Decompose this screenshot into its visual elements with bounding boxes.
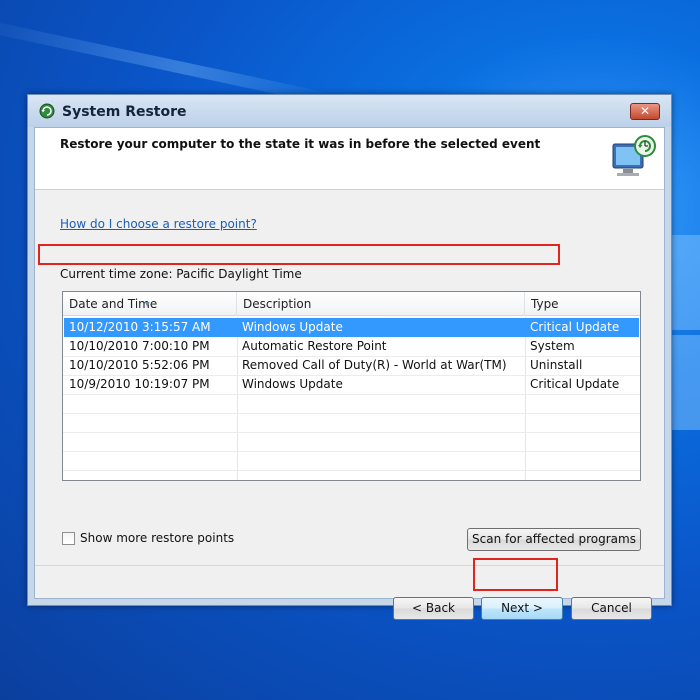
title-bar[interactable]: System Restore ✕ — [28, 95, 671, 127]
close-button[interactable]: ✕ — [630, 103, 660, 120]
row-gridline — [63, 451, 640, 452]
show-more-checkbox[interactable] — [62, 532, 75, 545]
next-button[interactable]: Next > — [481, 597, 563, 620]
help-link-restore-point[interactable]: How do I choose a restore point? — [60, 217, 257, 231]
system-restore-icon — [39, 103, 55, 119]
dialog-client-area: Restore your computer to the state it wa… — [34, 127, 665, 620]
back-button[interactable]: < Back — [393, 597, 474, 620]
windows-logo-fragment — [670, 235, 700, 435]
cell-date: 10/9/2010 10:19:07 PM — [69, 377, 210, 391]
desktop-light-beam — [0, 15, 338, 107]
window-title: System Restore — [62, 104, 187, 120]
show-more-label: Show more restore points — [80, 531, 235, 545]
row-gridline — [63, 432, 640, 433]
annotation-highlight-next — [473, 558, 558, 591]
table-row[interactable]: 10/12/2010 3:15:57 AM Windows Update Cri… — [64, 318, 639, 337]
row-gridline — [63, 394, 640, 395]
system-restore-monitor-icon — [612, 135, 656, 176]
column-label-description: Description — [243, 297, 312, 311]
header-instruction: Restore your computer to the state it wa… — [60, 137, 541, 151]
table-row[interactable]: 10/10/2010 5:52:06 PM Removed Call of Du… — [64, 356, 639, 375]
timezone-label: Current time zone: Pacific Daylight Time — [60, 267, 302, 281]
table-row[interactable]: 10/9/2010 10:19:07 PM Windows Update Cri… — [64, 375, 639, 394]
row-gridline — [63, 413, 640, 414]
table-row[interactable]: 10/10/2010 7:00:10 PM Automatic Restore … — [64, 337, 639, 356]
cell-date: 10/12/2010 3:15:57 AM — [69, 320, 211, 334]
cell-type: Uninstall — [530, 358, 583, 372]
cell-type: Critical Update — [530, 320, 620, 334]
row-gridline — [63, 470, 640, 471]
cell-date: 10/10/2010 5:52:06 PM — [69, 358, 210, 372]
system-restore-window: System Restore ✕ Restore your computer t… — [27, 94, 672, 620]
cell-description: Windows Update — [242, 377, 343, 391]
cell-description: Automatic Restore Point — [242, 339, 387, 353]
cell-description: Windows Update — [242, 320, 343, 334]
column-header-description[interactable]: Description — [237, 292, 525, 316]
cell-date: 10/10/2010 7:00:10 PM — [69, 339, 210, 353]
cancel-button[interactable]: Cancel — [571, 597, 652, 620]
footer-separator — [35, 565, 664, 566]
column-header-date[interactable]: Date and Time ▼ — [63, 292, 237, 316]
cell-type: Critical Update — [530, 377, 620, 391]
list-body: 10/12/2010 3:15:57 AM Windows Update Cri… — [63, 317, 640, 480]
column-label-type: Type — [531, 297, 559, 311]
close-icon: ✕ — [639, 104, 651, 118]
scan-affected-programs-button[interactable]: Scan for affected programs — [467, 528, 641, 551]
cell-description: Removed Call of Duty(R) - World at War(T… — [242, 358, 507, 372]
cell-type: System — [530, 339, 575, 353]
list-header: Date and Time ▼ Description Type — [63, 292, 640, 316]
column-header-type[interactable]: Type — [525, 292, 640, 316]
dialog-header: Restore your computer to the state it wa… — [35, 128, 664, 190]
restore-points-list[interactable]: Date and Time ▼ Description Type 10/12/2… — [62, 291, 641, 481]
sort-arrow-icon: ▼ — [145, 301, 150, 308]
